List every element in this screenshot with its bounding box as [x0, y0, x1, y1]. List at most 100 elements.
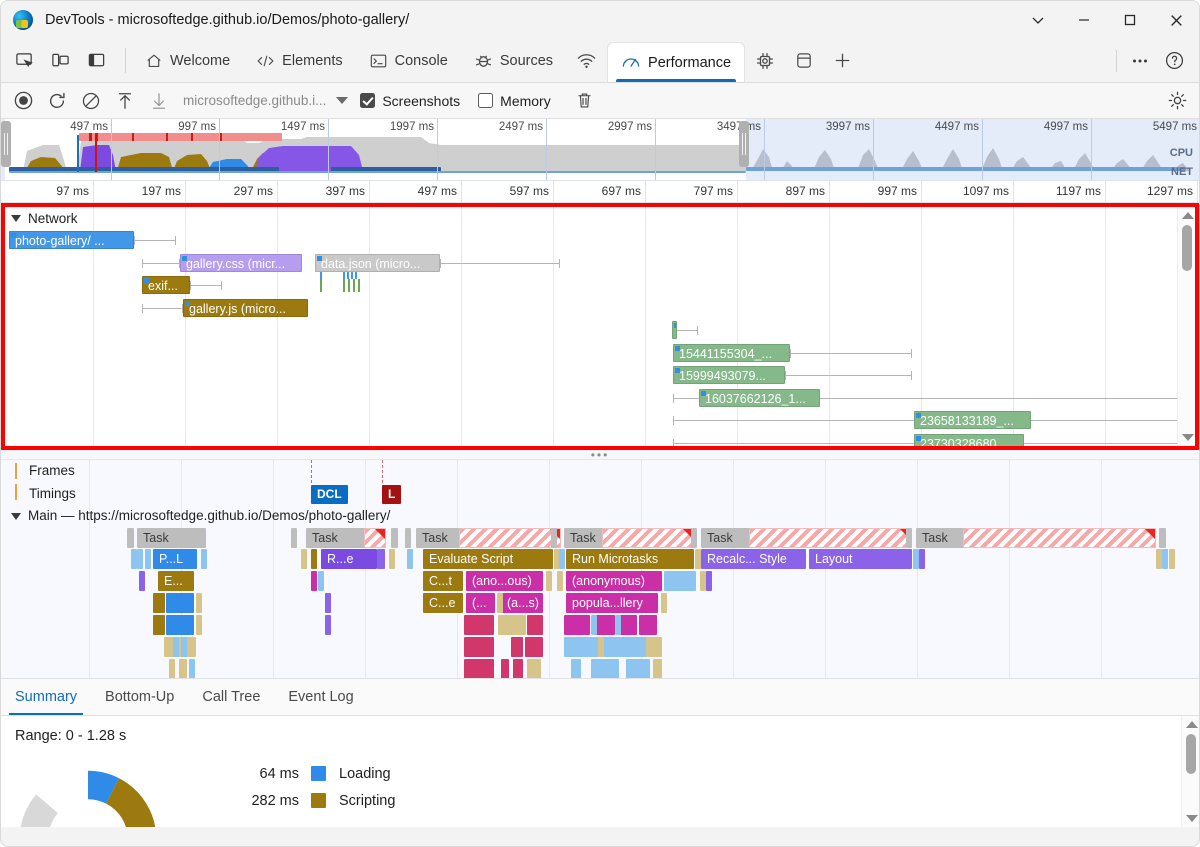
tab-memory[interactable] [745, 39, 785, 82]
task-sliver[interactable] [1159, 528, 1166, 548]
memory-checkbox[interactable]: Memory [478, 93, 551, 109]
flame-sliver[interactable] [919, 549, 925, 569]
request-bar[interactable]: 23730328680... [914, 434, 1024, 451]
request-bar[interactable]: data.json (micro... [315, 254, 440, 272]
request-bar[interactable]: gallery.js (micro... [183, 299, 308, 317]
legend-row[interactable]: 64 ms Loading [237, 760, 395, 787]
network-row[interactable]: exif... [5, 274, 1195, 297]
request-bar[interactable]: 23658133189_... [914, 411, 1031, 429]
request-bar[interactable]: 15441155304_... [673, 344, 790, 362]
main-flame-chart[interactable]: Frames Timings DCL L Main — https://micr… [1, 460, 1199, 678]
flame-sliver[interactable] [377, 549, 385, 569]
task-sliver[interactable] [127, 528, 134, 548]
inspect-icon[interactable] [7, 45, 41, 77]
download-icon[interactable] [143, 87, 175, 115]
clear-icon[interactable] [75, 87, 107, 115]
request-bar[interactable]: 16037662126_1... [699, 389, 820, 407]
long-task-warning[interactable] [963, 528, 1156, 548]
flame-sliver[interactable] [325, 615, 331, 635]
overview-selection-handle-right[interactable] [739, 121, 749, 167]
network-row[interactable]: 16037662126_1... [5, 387, 1195, 410]
screenshots-checkbox[interactable]: Screenshots [360, 93, 460, 109]
scrollbar-thumb[interactable] [1186, 734, 1196, 774]
flame-sliver[interactable] [639, 615, 657, 635]
flame-sliver[interactable] [706, 571, 712, 591]
flame-bar[interactable]: (anonymous) [566, 571, 662, 591]
flame-sliver[interactable] [646, 637, 662, 657]
tab-bottom-up[interactable]: Bottom-Up [91, 679, 188, 715]
reload-record-icon[interactable] [41, 87, 73, 115]
flame-sliver[interactable] [145, 549, 151, 569]
network-row[interactable]: gallery.js (micro... [5, 297, 1195, 320]
flame-bar[interactable]: Evaluate Script [423, 549, 553, 569]
record-icon[interactable] [7, 87, 39, 115]
chevron-down-icon[interactable] [336, 97, 348, 104]
flame-sliver[interactable] [653, 659, 662, 679]
flame-sliver[interactable] [525, 637, 543, 657]
flame-bar[interactable]: popula...llery [566, 593, 658, 613]
flame-sliver[interactable] [501, 659, 509, 679]
flame-sliver[interactable] [181, 637, 187, 657]
flame-bar[interactable]: C...e [423, 593, 463, 613]
flame-bar[interactable]: Recalc... Style [701, 549, 806, 569]
tab-console[interactable]: Console [356, 39, 461, 82]
device-toggle-icon[interactable] [43, 45, 77, 77]
request-bar[interactable]: 15999493079... [673, 366, 785, 384]
flame-sliver[interactable] [591, 615, 597, 635]
overview-selection-handle-left[interactable] [1, 121, 11, 167]
flame-sliver[interactable] [153, 593, 165, 613]
flame-sliver[interactable] [513, 659, 523, 679]
flame-sliver[interactable] [557, 571, 563, 591]
flame-bar[interactable]: Layout [809, 549, 912, 569]
long-task-warning[interactable] [364, 528, 386, 548]
summary-scrollbar[interactable] [1181, 716, 1199, 827]
upload-icon[interactable] [109, 87, 141, 115]
tab-network[interactable] [566, 39, 607, 82]
tab-sources[interactable]: Sources [461, 39, 566, 82]
network-row[interactable]: 15441155304_... [5, 342, 1195, 365]
flame-sliver[interactable] [464, 637, 494, 657]
track-resizer[interactable]: ••• [1, 450, 1199, 460]
legend-row[interactable]: 282 ms Scripting [237, 787, 395, 814]
timings-row[interactable]: Timings DCL L [1, 483, 1199, 506]
flame-sliver[interactable] [139, 571, 145, 591]
flame-bar[interactable]: P...L [153, 549, 197, 569]
flame-sliver[interactable] [166, 593, 194, 613]
flame-bar[interactable]: R...e [321, 549, 377, 569]
task-sliver[interactable] [405, 528, 411, 548]
dock-side-icon[interactable] [79, 45, 113, 77]
network-row[interactable]: 23730328680... [5, 432, 1195, 451]
minimize-icon[interactable] [1061, 1, 1107, 39]
network-row[interactable]: photo-gallery/ ... [5, 229, 1195, 252]
scroll-up-icon[interactable] [1182, 212, 1194, 219]
flame-sliver[interactable] [164, 637, 196, 657]
flame-bar[interactable]: (a...s) [501, 593, 543, 613]
flame-sliver[interactable] [664, 571, 696, 591]
network-section-header[interactable]: Network [5, 207, 1195, 229]
flame-sliver[interactable] [695, 549, 701, 569]
task-sliver[interactable] [291, 528, 297, 548]
flame-sliver[interactable] [598, 637, 604, 657]
flame-sliver[interactable] [407, 549, 413, 569]
flame-sliver[interactable] [527, 615, 543, 635]
network-row[interactable]: 23658133189_... [5, 409, 1195, 432]
flame-sliver[interactable] [591, 659, 619, 679]
long-task-warning[interactable] [749, 528, 911, 548]
flame-sliver[interactable] [196, 615, 202, 635]
load-marker-tag[interactable]: L [382, 485, 401, 504]
tab-add-panel[interactable] [823, 39, 862, 82]
flame-sliver[interactable] [325, 593, 331, 613]
tab-elements[interactable]: Elements [243, 39, 355, 82]
dcl-marker-tag[interactable]: DCL [311, 485, 348, 504]
flame-sliver[interactable] [311, 571, 317, 591]
flame-sliver[interactable] [498, 615, 526, 635]
flame-sliver[interactable] [189, 659, 195, 679]
request-bar[interactable]: photo-gallery/ ... [9, 231, 134, 249]
flame-sliver[interactable] [137, 549, 143, 569]
tab-call-tree[interactable]: Call Tree [188, 679, 274, 715]
task-bar[interactable]: Task [137, 528, 205, 548]
help-icon[interactable] [1157, 45, 1191, 77]
flame-sliver[interactable] [311, 549, 317, 569]
task-sliver[interactable] [391, 528, 398, 548]
flame-sliver[interactable] [527, 659, 541, 679]
